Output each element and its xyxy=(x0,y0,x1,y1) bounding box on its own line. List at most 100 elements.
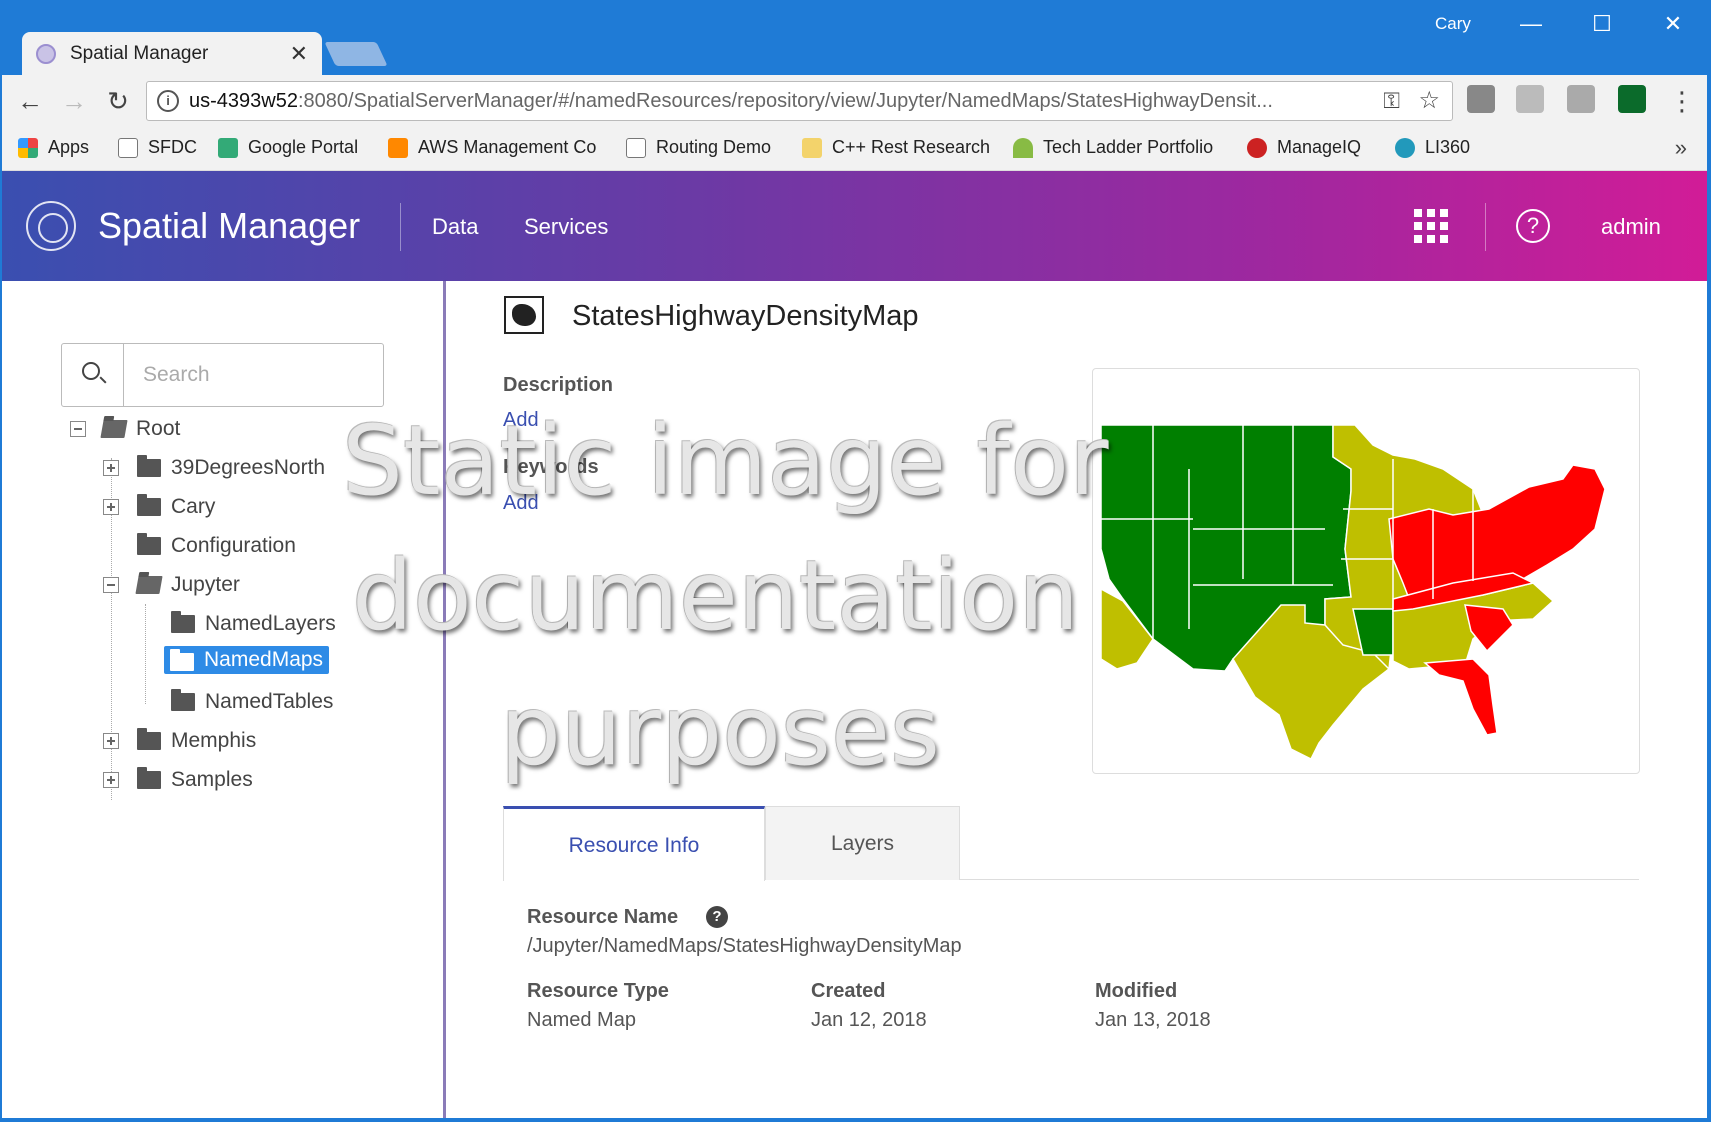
tab-layers[interactable]: Layers xyxy=(765,806,960,880)
folder-icon xyxy=(170,649,194,671)
folder-open-icon xyxy=(135,576,163,594)
extension-1-icon[interactable] xyxy=(1467,85,1495,113)
user-menu[interactable]: admin xyxy=(1601,214,1661,240)
description-label: Description xyxy=(503,374,614,396)
bookmark-label: C++ Rest Research xyxy=(832,137,991,157)
app-title[interactable]: Spatial Manager xyxy=(98,205,360,247)
tree-node-samples[interactable]: Samples xyxy=(103,765,253,795)
keywords-label: Keywords xyxy=(503,456,599,478)
bookmark-cpp-rest-research[interactable]: C++ Rest Research xyxy=(802,137,990,158)
forward-arrow-icon[interactable]: → xyxy=(56,83,92,119)
collapse-icon[interactable] xyxy=(70,421,86,437)
tree-node-label: Configuration xyxy=(171,534,296,557)
browser-toolbar: ← → ↻ i us-4393w52:8080/SpatialServerMan… xyxy=(0,75,1711,127)
tree-node-memphis[interactable]: Memphis xyxy=(103,726,256,756)
extension-3-icon[interactable] xyxy=(1567,85,1595,113)
browser-menu-icon[interactable]: ⋮ xyxy=(1664,83,1700,119)
folder-icon xyxy=(171,611,195,633)
bookmark-apps[interactable]: Apps xyxy=(18,137,89,158)
folder-icon xyxy=(137,533,161,555)
help-icon[interactable]: ? xyxy=(1516,209,1550,243)
tree-node-label: NamedTables xyxy=(205,690,334,713)
window-frame-left xyxy=(0,75,2,1122)
google-portal-icon xyxy=(218,137,238,158)
app-launcher-grid-icon[interactable] xyxy=(1414,209,1448,243)
window-frame-right xyxy=(1707,75,1711,1122)
created-label: Created xyxy=(811,980,886,1002)
add-keywords-link[interactable]: Add xyxy=(503,492,539,515)
page-icon xyxy=(118,137,138,158)
bookmark-routing-demo[interactable]: Routing Demo xyxy=(626,137,771,158)
window-user-name: Cary xyxy=(1435,14,1471,33)
bookmark-label: AWS Management Co xyxy=(418,137,597,157)
named-map-icon xyxy=(504,296,544,334)
resource-name-value: /Jupyter/NamedMaps/StatesHighwayDensityM… xyxy=(527,935,962,957)
folder-open-icon xyxy=(100,420,128,438)
add-description-link[interactable]: Add xyxy=(503,409,539,432)
back-arrow-icon[interactable]: ← xyxy=(12,83,48,119)
app-header: Spatial Manager Data Services ? admin xyxy=(0,171,1711,281)
expand-icon[interactable] xyxy=(103,733,119,749)
resource-name-label: Resource Name xyxy=(527,906,679,928)
tree-node-root[interactable]: Root xyxy=(70,414,180,444)
browser-tab[interactable]: Spatial Manager ✕ xyxy=(22,32,322,76)
browser-title-bar: Spatial Manager ✕ Cary — ☐ ✕ xyxy=(0,0,1711,76)
window-frame-bottom xyxy=(0,1118,1711,1122)
panel-splitter[interactable] xyxy=(443,281,446,1122)
bookmark-manageiq[interactable]: ManageIQ xyxy=(1247,137,1361,158)
spatial-manager-logo-icon[interactable] xyxy=(26,201,76,251)
browser-tab-title: Spatial Manager xyxy=(70,43,209,64)
maximize-window-button[interactable]: ☐ xyxy=(1582,6,1622,42)
bookmark-label: ManageIQ xyxy=(1277,137,1362,157)
extension-4-icon[interactable] xyxy=(1618,85,1646,113)
collapse-icon[interactable] xyxy=(103,577,119,593)
created-value: Jan 12, 2018 xyxy=(811,1009,927,1031)
search-input[interactable] xyxy=(125,344,383,406)
bookmark-tech-ladder[interactable]: Tech Ladder Portfolio xyxy=(1013,137,1225,158)
bookmark-label: Google Portal xyxy=(248,137,359,157)
bookmark-sfdc[interactable]: SFDC xyxy=(118,137,197,158)
bookmark-aws-management[interactable]: AWS Management Co xyxy=(388,137,604,158)
bookmark-star-icon[interactable]: ☆ xyxy=(1418,86,1440,115)
close-window-button[interactable]: ✕ xyxy=(1653,6,1693,42)
tree-node-label: Memphis xyxy=(171,729,257,752)
tree-node-label: Cary xyxy=(171,495,216,518)
password-key-icon[interactable]: ⚿ xyxy=(1383,88,1400,114)
folder-icon xyxy=(137,455,161,477)
resource-name-help-icon[interactable]: ? xyxy=(706,906,728,928)
bookmark-label: LI360 xyxy=(1425,137,1471,157)
repository-sidebar: Root 39DegreesNorth Cary Configuration J… xyxy=(0,281,445,1122)
more-bookmarks-icon[interactable]: » xyxy=(1675,135,1687,161)
bookmark-label: SFDC xyxy=(148,137,197,157)
tree-node-cary[interactable]: Cary xyxy=(103,492,215,522)
tree-node-39degreesnorth[interactable]: 39DegreesNorth xyxy=(103,453,325,483)
tab-resource-info[interactable]: Resource Info xyxy=(503,806,765,881)
tree-node-jupyter[interactable]: Jupyter xyxy=(103,570,240,600)
site-info-icon[interactable]: i xyxy=(157,90,179,112)
nav-services-link[interactable]: Services xyxy=(524,214,608,240)
tree-node-namedtables[interactable]: NamedTables xyxy=(137,687,333,717)
reload-icon[interactable]: ↻ xyxy=(100,83,136,119)
expand-icon[interactable] xyxy=(103,499,119,515)
new-tab-button[interactable] xyxy=(324,42,388,66)
expand-icon[interactable] xyxy=(103,460,119,476)
bookmark-li360[interactable]: LI360 xyxy=(1395,137,1470,158)
address-bar-url[interactable]: us-4393w52:8080/SpatialServerManager/#/n… xyxy=(189,90,1369,113)
tree-node-namedmaps[interactable]: NamedMaps xyxy=(164,645,330,675)
expand-icon[interactable] xyxy=(103,772,119,788)
folder-icon xyxy=(137,494,161,516)
search-icon[interactable] xyxy=(62,344,124,406)
nav-data-link[interactable]: Data xyxy=(432,214,478,240)
address-bar[interactable]: i us-4393w52:8080/SpatialServerManager/#… xyxy=(146,81,1453,121)
close-tab-icon[interactable]: ✕ xyxy=(290,41,308,67)
tree-node-namedlayers[interactable]: NamedLayers xyxy=(137,609,336,639)
us-states-map-image xyxy=(1100,424,1606,761)
minimize-window-button[interactable]: — xyxy=(1511,6,1551,42)
tree-node-configuration[interactable]: Configuration xyxy=(103,531,296,561)
watermark-line-2: documentation xyxy=(352,540,1080,652)
bookmark-label: Tech Ladder Portfolio xyxy=(1043,137,1214,157)
bookmark-google-portal[interactable]: Google Portal xyxy=(218,137,358,158)
modified-value: Jan 13, 2018 xyxy=(1095,1009,1211,1031)
apps-grid-icon xyxy=(18,137,38,158)
extension-2-icon[interactable] xyxy=(1516,85,1544,113)
